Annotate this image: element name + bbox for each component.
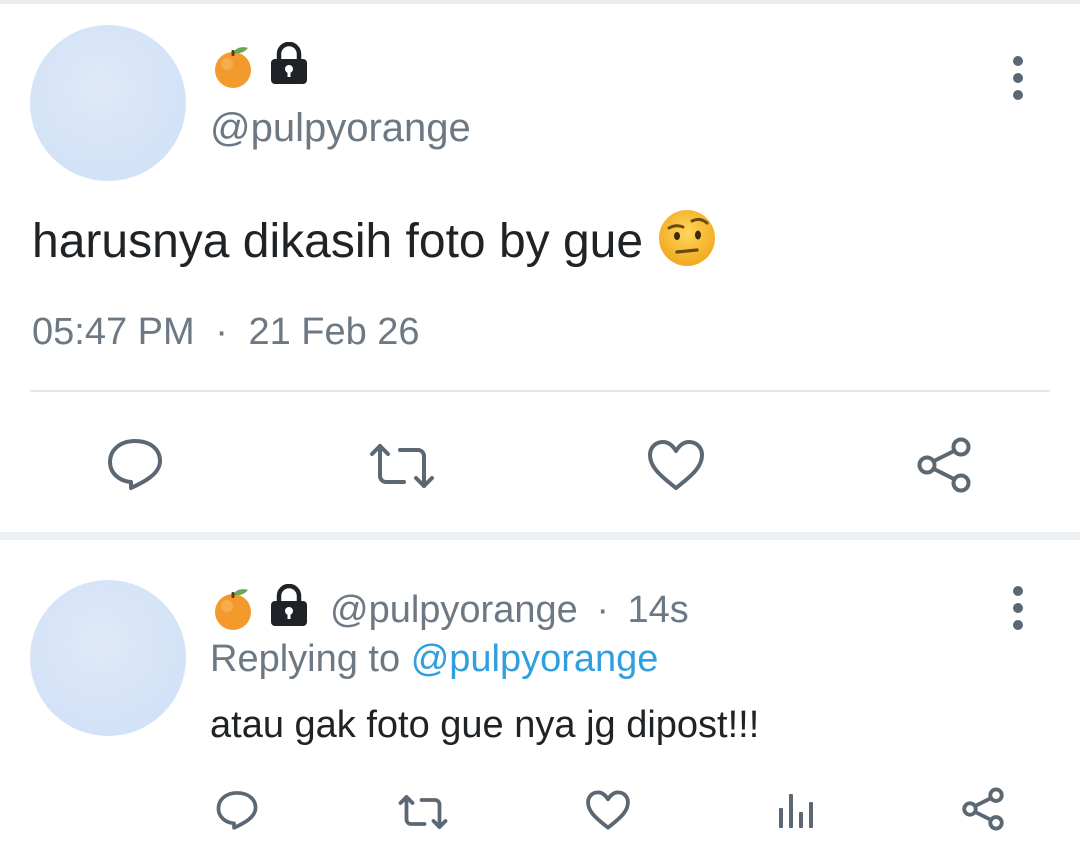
post-divider	[30, 390, 1050, 392]
replying-to-label: Replying to	[210, 638, 401, 680]
meta-separator: ·	[596, 589, 609, 631]
like-icon[interactable]	[646, 438, 706, 492]
replying-to-mention[interactable]: @pulpyorange	[411, 638, 659, 680]
share-icon[interactable]	[914, 436, 974, 494]
orange-emoji-icon	[215, 589, 251, 630]
share-icon[interactable]	[960, 786, 1006, 832]
replying-to: Replying to @pulpyorange	[210, 640, 658, 678]
lock-icon	[271, 42, 307, 84]
orange-emoji-icon	[215, 47, 251, 88]
raised-eyebrow-emoji-icon	[659, 210, 716, 266]
stats-icon[interactable]	[776, 790, 816, 830]
post-date: 21 Feb 26	[248, 311, 420, 353]
more-options-icon[interactable]	[1006, 586, 1030, 630]
post-text-content: harusnya dikasih foto by gue	[32, 215, 644, 268]
post-time: 05:47 PM	[32, 311, 195, 353]
username-handle[interactable]: @pulpyorange	[330, 589, 578, 631]
retweet-icon[interactable]	[396, 792, 450, 832]
reply-meta: @pulpyorange · 14s	[330, 591, 689, 629]
top-divider	[0, 0, 1080, 4]
post-age: 14s	[627, 589, 689, 631]
reply-icon[interactable]	[104, 436, 166, 492]
username-handle[interactable]: @pulpyorange	[210, 108, 471, 148]
retweet-icon[interactable]	[366, 440, 438, 492]
post-text: atau gak foto gue nya jg dipost!!!	[210, 704, 760, 746]
lock-icon	[271, 584, 307, 626]
section-separator	[0, 532, 1080, 540]
like-icon[interactable]	[585, 789, 631, 831]
avatar[interactable]	[30, 580, 186, 736]
post-timestamp: 05:47 PM · 21 Feb 26	[32, 313, 420, 351]
reply-icon[interactable]	[214, 788, 260, 832]
avatar[interactable]	[30, 25, 186, 181]
time-separator: ·	[215, 311, 228, 353]
post-text: harusnya dikasih foto by gue	[32, 210, 717, 272]
more-options-icon[interactable]	[1006, 56, 1030, 100]
